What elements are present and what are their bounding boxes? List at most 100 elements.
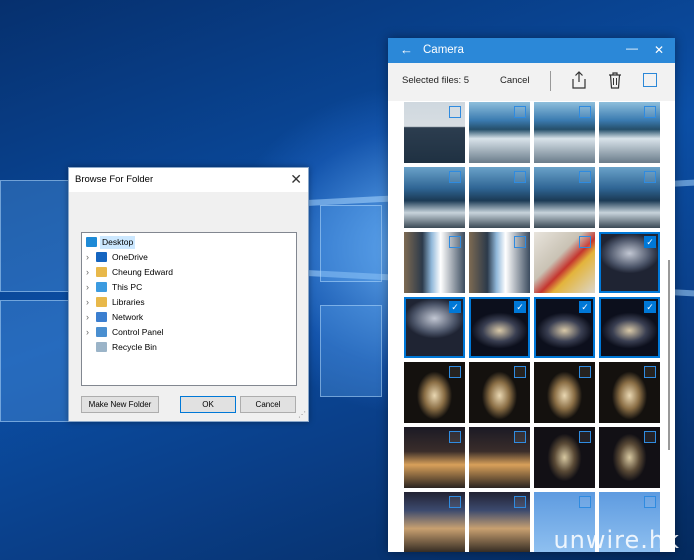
camera-app-window: ← Camera — ✕ Selected files: 5 Cancel ✓ ✓… (388, 38, 675, 552)
photo-thumbnail[interactable] (404, 362, 465, 423)
photo-thumbnail[interactable]: ✓ (534, 297, 595, 358)
checkbox-icon[interactable] (514, 496, 526, 508)
select-all-checkbox[interactable] (643, 73, 657, 87)
tree-item-label: Libraries (112, 297, 145, 307)
checked-checkbox-icon[interactable]: ✓ (579, 301, 591, 313)
tree-item-label: Recycle Bin (112, 342, 157, 352)
camera-title: Camera (423, 44, 464, 56)
photo-thumbnail[interactable]: ✓ (599, 297, 660, 358)
photo-thumbnail[interactable] (534, 427, 595, 488)
network-icon (96, 312, 107, 322)
tree-item[interactable]: Desktop (72, 235, 282, 250)
photo-thumbnail[interactable] (404, 102, 465, 163)
expand-chevron-icon[interactable]: › (86, 251, 94, 263)
photo-thumbnail[interactable]: ✓ (404, 297, 465, 358)
photo-thumbnail[interactable]: ✓ (469, 297, 530, 358)
checkbox-icon[interactable] (514, 171, 526, 183)
expand-chevron-icon[interactable]: › (86, 281, 94, 293)
photo-thumbnail[interactable] (469, 492, 530, 552)
checkbox-icon[interactable] (449, 431, 461, 443)
selected-files-count: Selected files: 5 (402, 75, 470, 86)
toolbar-divider (550, 71, 551, 91)
photo-thumbnail[interactable] (404, 167, 465, 228)
minimize-icon[interactable]: — (626, 41, 638, 55)
checked-checkbox-icon[interactable]: ✓ (449, 301, 461, 313)
tree-item-label: Network (112, 312, 144, 322)
checkbox-icon[interactable] (644, 106, 656, 118)
scrollbar[interactable] (668, 260, 670, 450)
expand-chevron-icon[interactable]: › (86, 266, 94, 278)
photo-thumbnail[interactable] (469, 232, 530, 293)
checked-checkbox-icon[interactable]: ✓ (514, 301, 526, 313)
photo-thumbnail[interactable] (534, 362, 595, 423)
tree-item-label: OneDrive (112, 252, 148, 262)
cancel-button[interactable]: Cancel (240, 396, 296, 413)
checkbox-icon[interactable] (449, 171, 461, 183)
tree-item[interactable]: › Control Panel (82, 325, 292, 340)
checkbox-icon[interactable] (644, 366, 656, 378)
resize-grip-icon[interactable]: ⋰ (298, 411, 306, 419)
expand-chevron-icon[interactable]: › (86, 326, 94, 338)
checkbox-icon[interactable] (579, 106, 591, 118)
close-icon[interactable]: ✕ (654, 43, 664, 57)
tree-item-label: Desktop (100, 236, 136, 249)
photo-thumbnail[interactable] (469, 362, 530, 423)
photo-thumbnail[interactable] (404, 232, 465, 293)
photo-thumbnail[interactable] (599, 362, 660, 423)
checkbox-icon[interactable] (644, 431, 656, 443)
make-new-folder-button[interactable]: Make New Folder (81, 396, 159, 413)
photo-thumbnail[interactable] (599, 102, 660, 163)
close-icon[interactable]: ✕ (290, 172, 302, 186)
checkbox-icon[interactable] (449, 366, 461, 378)
photo-thumbnail[interactable] (469, 427, 530, 488)
expand-chevron-icon[interactable]: › (86, 296, 94, 308)
checkbox-icon[interactable] (579, 496, 591, 508)
photo-thumbnail[interactable] (404, 492, 465, 552)
checked-checkbox-icon[interactable]: ✓ (644, 301, 656, 313)
share-icon[interactable] (572, 71, 586, 89)
photo-thumbnail[interactable] (469, 167, 530, 228)
photo-thumbnail[interactable] (599, 427, 660, 488)
checkbox-icon[interactable] (449, 236, 461, 248)
photo-thumbnail[interactable] (534, 102, 595, 163)
checkbox-icon[interactable] (579, 366, 591, 378)
checked-checkbox-icon[interactable]: ✓ (644, 236, 656, 248)
selection-toolbar: Selected files: 5 Cancel (388, 63, 675, 101)
tree-item[interactable]: › Cheung Edward (82, 265, 292, 280)
tree-item-label: Cheung Edward (112, 267, 173, 277)
checkbox-icon[interactable] (514, 236, 526, 248)
desktop-icon (86, 237, 97, 247)
checkbox-icon[interactable] (514, 106, 526, 118)
checkbox-icon[interactable] (644, 496, 656, 508)
back-arrow-icon[interactable]: ← (400, 42, 413, 58)
photo-thumbnail[interactable]: ✓ (599, 232, 660, 293)
window-pane (320, 205, 382, 282)
delete-icon[interactable] (608, 71, 622, 89)
checkbox-icon[interactable] (514, 366, 526, 378)
photo-thumbnail[interactable] (469, 102, 530, 163)
checkbox-icon[interactable] (579, 236, 591, 248)
checkbox-icon[interactable] (449, 106, 461, 118)
ok-button[interactable]: OK (180, 396, 236, 413)
checkbox-icon[interactable] (449, 496, 461, 508)
tree-item[interactable]: Recycle Bin (82, 340, 292, 355)
cancel-selection-button[interactable]: Cancel (500, 75, 530, 86)
folder-tree[interactable]: Desktop › OneDrive › Cheung Edward › This PC › L… (81, 232, 297, 386)
checkbox-icon[interactable] (579, 431, 591, 443)
checkbox-icon[interactable] (579, 171, 591, 183)
tree-item[interactable]: › Libraries (82, 295, 292, 310)
photo-thumbnail[interactable] (534, 167, 595, 228)
tree-item[interactable]: › This PC (82, 280, 292, 295)
tree-item[interactable]: › OneDrive (82, 250, 292, 265)
photo-thumbnail[interactable] (534, 232, 595, 293)
photo-grid: ✓ ✓ ✓ ✓ ✓ (404, 102, 660, 552)
libraries-icon (96, 297, 107, 307)
checkbox-icon[interactable] (514, 431, 526, 443)
expand-chevron-icon[interactable]: › (86, 311, 94, 323)
onedrive-icon (96, 252, 107, 262)
photo-thumbnail[interactable] (599, 167, 660, 228)
checkbox-icon[interactable] (644, 171, 656, 183)
watermark: unwire.hk (553, 526, 680, 554)
tree-item[interactable]: › Network (82, 310, 292, 325)
photo-thumbnail[interactable] (404, 427, 465, 488)
